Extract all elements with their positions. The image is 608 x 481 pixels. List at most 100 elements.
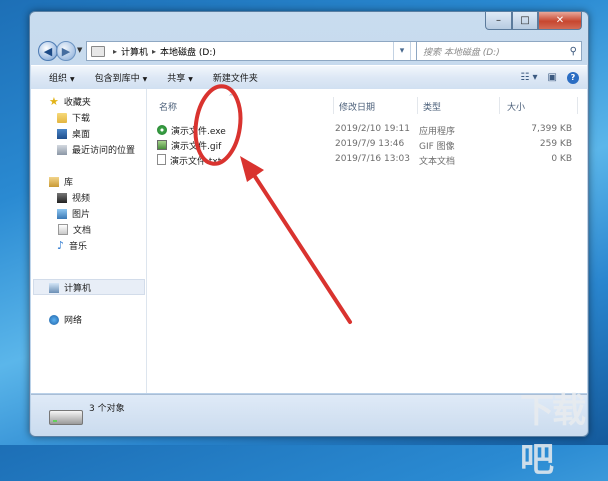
- address-dropdown-icon[interactable]: ▾: [393, 42, 410, 60]
- file-size: 0 KB: [551, 154, 572, 164]
- file-size: 7,399 KB: [531, 124, 572, 134]
- maximize-button[interactable]: □: [512, 12, 538, 30]
- nav-item-music[interactable]: ♪ 音乐: [57, 239, 87, 252]
- chevron-right-icon[interactable]: ▸: [113, 47, 117, 56]
- file-name-cell: 演示文件.gif: [157, 139, 221, 152]
- column-header-name[interactable]: 名称: [159, 100, 177, 113]
- watermark-logo: 下载吧: [520, 391, 586, 480]
- chevron-right-icon[interactable]: ▸: [152, 47, 156, 56]
- file-name: 演示文件.exe: [171, 127, 226, 137]
- file-row[interactable]: 演示文件.gif 2019/7/9 13:46 GIF 图像 259 KB: [157, 137, 577, 152]
- file-date: 2019/2/10 19:11: [335, 124, 410, 134]
- nav-item-downloads[interactable]: 下载: [57, 111, 90, 124]
- file-name-cell: 演示文件.exe: [157, 124, 226, 137]
- column-divider[interactable]: [417, 97, 418, 114]
- navigation-pane: ★ 收藏夹 下载 桌面 最近访问的位置 库 视频 图片 文档 ♪ 音乐 计算机 …: [31, 89, 147, 393]
- column-divider[interactable]: [333, 97, 334, 114]
- nav-item-label: 下载: [72, 114, 91, 124]
- new-folder-button[interactable]: 新建文件夹: [211, 71, 260, 84]
- nav-item-recent-places[interactable]: 最近访问的位置: [57, 143, 135, 156]
- item-count: 3 个对象: [89, 404, 125, 414]
- column-divider[interactable]: [577, 97, 578, 114]
- include-in-library-label: 包含到库中: [94, 74, 140, 84]
- nav-computer[interactable]: 计算机: [49, 281, 91, 294]
- image-icon: [157, 140, 167, 150]
- explorer-window: – □ ✕ ◀ ▶ ▼ ▸ 计算机 ▸ 本地磁盘 (D:) ▾ ↻ 搜索 本地磁…: [29, 11, 589, 437]
- navigation-bar: ◀ ▶ ▼ ▸ 计算机 ▸ 本地磁盘 (D:) ▾ ↻ 搜索 本地磁盘 (D:)…: [36, 39, 582, 63]
- desktop-icon: [57, 128, 67, 139]
- file-name-cell: 演示文件.txt: [157, 154, 221, 167]
- recent-places-icon: [57, 144, 67, 155]
- organize-label: 组织: [49, 74, 68, 84]
- nav-computer-label: 计算机: [64, 284, 92, 294]
- file-row[interactable]: 演示文件.exe 2019/2/10 19:11 应用程序 7,399 KB: [157, 122, 577, 137]
- preview-pane-icon[interactable]: ▣: [548, 72, 557, 83]
- nav-item-label: 桌面: [72, 130, 91, 140]
- share-label: 共享: [167, 74, 186, 84]
- column-header-type[interactable]: 类型: [423, 100, 441, 113]
- nav-item-desktop[interactable]: 桌面: [57, 127, 90, 140]
- star-icon: ★: [49, 95, 59, 108]
- sort-indicator-icon: ⌃: [228, 93, 234, 101]
- nav-network-label: 网络: [64, 316, 83, 326]
- command-bar: 组织 ▼ 包含到库中 ▼ 共享 ▼ 新建文件夹 ☷ ▾ ▣ ?: [31, 65, 587, 90]
- back-button[interactable]: ◀: [38, 41, 58, 61]
- nav-item-label: 图片: [72, 210, 91, 220]
- file-type: GIF 图像: [419, 142, 455, 152]
- nav-item-label: 最近访问的位置: [72, 146, 136, 156]
- file-name: 演示文件.gif: [171, 142, 222, 152]
- chevron-down-icon: ▼: [188, 76, 193, 83]
- forward-button[interactable]: ▶: [56, 41, 76, 61]
- documents-icon: [58, 224, 68, 235]
- close-button[interactable]: ✕: [538, 12, 582, 30]
- nav-item-label: 音乐: [69, 242, 88, 252]
- exe-icon: [157, 125, 167, 135]
- computer-icon: [49, 282, 59, 293]
- file-type: 应用程序: [419, 127, 456, 137]
- breadcrumb-drive-d[interactable]: 本地磁盘 (D:): [160, 45, 216, 58]
- nav-favorites-label: 收藏夹: [63, 98, 91, 108]
- file-row[interactable]: 演示文件.txt 2019/7/16 13:03 文本文档 0 KB: [157, 152, 577, 167]
- breadcrumb-computer[interactable]: 计算机: [121, 45, 148, 58]
- search-input[interactable]: 搜索 本地磁盘 (D:) ⚲: [416, 41, 582, 61]
- organize-menu[interactable]: 组织 ▼: [47, 71, 77, 84]
- search-placeholder: 搜索 本地磁盘 (D:): [423, 47, 500, 58]
- music-icon: ♪: [57, 239, 65, 252]
- details-pane: 3 个对象: [31, 394, 587, 436]
- nav-item-label: 文档: [73, 226, 92, 236]
- recent-pages-dropdown-icon[interactable]: ▼: [77, 46, 82, 54]
- view-options-icon[interactable]: ☷ ▾: [520, 72, 537, 83]
- video-icon: [57, 192, 67, 203]
- hard-drive-icon: [49, 410, 83, 425]
- nav-libraries-label: 库: [64, 178, 74, 188]
- nav-item-pictures[interactable]: 图片: [57, 207, 90, 220]
- chevron-down-icon: ▼: [142, 76, 148, 83]
- nav-libraries[interactable]: 库: [49, 175, 73, 188]
- nav-item-videos[interactable]: 视频: [57, 191, 90, 204]
- nav-item-documents[interactable]: 文档: [58, 223, 91, 236]
- file-list: 名称 ⌃ 修改日期 类型 大小 演示文件.exe 2019/2/10 19:11…: [147, 89, 587, 393]
- search-icon[interactable]: ⚲: [570, 46, 577, 57]
- file-date: 2019/7/9 13:46: [335, 139, 405, 149]
- text-file-icon: [157, 154, 166, 165]
- share-menu[interactable]: 共享 ▼: [165, 71, 195, 84]
- minimize-button[interactable]: –: [485, 12, 512, 30]
- nav-item-label: 视频: [72, 194, 91, 204]
- column-divider[interactable]: [499, 97, 500, 114]
- library-icon: [49, 176, 59, 187]
- pictures-icon: [57, 208, 67, 219]
- content-area: ★ 收藏夹 下载 桌面 最近访问的位置 库 视频 图片 文档 ♪ 音乐 计算机 …: [31, 89, 587, 393]
- computer-icon: [91, 45, 105, 57]
- column-header-size[interactable]: 大小: [507, 100, 525, 113]
- file-name: 演示文件.txt: [170, 157, 222, 167]
- column-header-date[interactable]: 修改日期: [339, 100, 375, 113]
- file-size: 259 KB: [539, 139, 572, 149]
- network-icon: [49, 314, 59, 325]
- help-icon[interactable]: ?: [567, 71, 579, 84]
- file-date: 2019/7/16 13:03: [335, 154, 410, 164]
- nav-network[interactable]: 网络: [49, 313, 82, 326]
- address-bar[interactable]: ▸ 计算机 ▸ 本地磁盘 (D:) ▾ ↻: [86, 41, 428, 61]
- caption-buttons: – □ ✕: [485, 12, 582, 30]
- include-in-library-menu[interactable]: 包含到库中 ▼: [93, 71, 150, 84]
- nav-favorites[interactable]: ★ 收藏夹: [49, 95, 91, 108]
